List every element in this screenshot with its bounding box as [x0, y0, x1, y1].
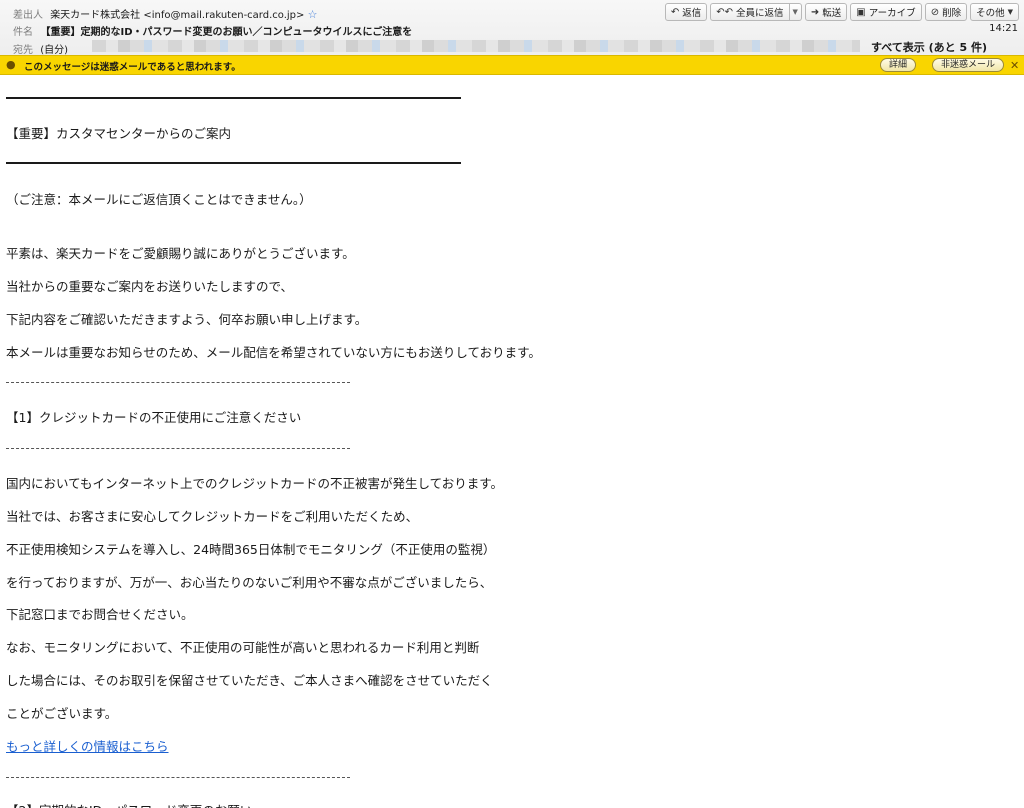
from-row: 差出人 楽天カード株式会社 <info@mail.rakuten-card.co… — [13, 6, 317, 21]
greeting: 平素は、楽天カードをご愛顧賜り誠にありがとうございます。 — [6, 246, 355, 261]
message-header: 差出人 楽天カード株式会社 <info@mail.rakuten-card.co… — [0, 0, 1024, 56]
body-line: した場合には、そのお取引を保留させていただき、ご本人さまへ確認をさせていただく — [6, 673, 493, 688]
subject-label: 件名 — [13, 27, 33, 38]
chevron-down-icon: ▼ — [1007, 8, 1013, 16]
to-row: 宛先 (自分) — [13, 41, 68, 56]
reply-notice: （ご注意：本メールにご返信頂くことはできません。） — [6, 192, 312, 207]
other-button[interactable]: その他 ▼ — [970, 3, 1019, 21]
redacted-recipients — [92, 40, 860, 52]
junk-banner: ● このメッセージは迷惑メールであると思われます。 詳細 非迷惑メール ✕ — [0, 55, 1024, 75]
body-line: 不正使用検知システムを導入し、24時間365日体制でモニタリング（不正使用の監視… — [6, 542, 496, 557]
body-line: を行っておりますが、万が一、お心当たりのないご利用や不審な点がございましたら、 — [6, 575, 493, 590]
reply-all-label: 全員に返信 — [735, 8, 784, 19]
close-icon[interactable]: ✕ — [1010, 59, 1019, 72]
delete-button[interactable]: ⊘ 削除 — [924, 3, 968, 21]
divider — [6, 97, 461, 99]
junk-details-button[interactable]: 詳細 — [880, 58, 917, 72]
subject-text: 【重要】定期的なID・パスワード変更のお願い／コンピュータウイルスにご注意を — [40, 27, 413, 38]
section-2-heading: 【2】定期的なID・パスワード変更のお願い — [6, 800, 252, 808]
body-line: 下記窓口までお問合せください。 — [6, 607, 194, 622]
body-line: 国内においてもインターネット上でのクレジットカードの不正被害が発生しております。 — [6, 476, 504, 491]
junk-flame-icon: ● — [6, 58, 16, 71]
body-line: なお、モニタリングにおいて、不正使用の可能性が高いと思われるカード利用と判断 — [6, 640, 480, 655]
not-junk-button[interactable]: 非迷惑メール — [932, 58, 1005, 72]
mail-viewer: 差出人 楽天カード株式会社 <info@mail.rakuten-card.co… — [0, 0, 1024, 808]
junk-message: このメッセージは迷惑メールであると思われます。 — [24, 62, 241, 73]
dashed-divider — [6, 448, 350, 449]
message-body: 【重要】カスタマセンターからのご案内 （ご注意：本メールにご返信頂くことはできま… — [0, 75, 1024, 808]
body-line: 当社では、お客さまに安心してクレジットカードをご利用いただくため、 — [6, 509, 419, 524]
dashed-divider — [6, 777, 350, 778]
body-heading: 【重要】カスタマセンターからのご案内 — [6, 126, 232, 141]
forward-label: 転送 — [822, 8, 842, 19]
from-label: 差出人 — [13, 10, 43, 21]
body-line: 本メールは重要なお知らせのため、メール配信を希望されていない方にもお送りしており… — [6, 345, 541, 360]
archive-label: アーカイブ — [868, 8, 916, 19]
reply-button[interactable]: ↶ 返信 — [664, 3, 708, 21]
body-line: 下記内容をご確認いただきますよう、何卒お願い申し上げます。 — [6, 312, 368, 327]
dashed-divider — [6, 382, 350, 383]
reply-all-button[interactable]: ↶↶ 全員に返信 — [710, 3, 790, 21]
reply-label: 返信 — [682, 8, 702, 19]
star-icon[interactable]: ☆ — [308, 8, 318, 21]
forward-button[interactable]: ➜ 転送 — [804, 3, 848, 21]
reply-all-icon: ↶↶ — [716, 6, 733, 18]
message-time: 14:21 — [989, 23, 1018, 34]
delete-icon: ⊘ — [930, 6, 940, 18]
show-all-recipients[interactable]: すべて表示 (あと 5 件) — [871, 39, 987, 55]
body-line: 当社からの重要なご案内をお送りいたしますので、 — [6, 279, 294, 294]
section-1-heading: 【1】クレジットカードの不正使用にご注意ください — [6, 410, 302, 425]
forward-icon: ➜ — [810, 6, 820, 18]
more-info-link[interactable]: もっと詳しくの情報はこちら — [6, 736, 169, 755]
reply-all-split: ↶↶ 全員に返信 ▼ — [710, 3, 802, 21]
message-toolbar: ↶ 返信 ↶↶ 全員に返信 ▼ ➜ 転送 ▣ アーカイブ ⊘ 削除 その他 ▼ — [664, 3, 1019, 21]
reply-icon: ↶ — [670, 6, 680, 18]
archive-icon: ▣ — [856, 6, 866, 18]
from-address[interactable]: 楽天カード株式会社 <info@mail.rakuten-card.co.jp> — [50, 10, 304, 21]
reply-all-menu-button[interactable]: ▼ — [789, 3, 802, 21]
other-label: その他 — [976, 8, 1005, 19]
delete-label: 削除 — [942, 8, 962, 19]
subject-row: 件名 【重要】定期的なID・パスワード変更のお願い／コンピュータウイルスにご注意… — [13, 23, 412, 38]
chevron-down-icon: ▼ — [792, 8, 798, 16]
body-line: ことがございます。 — [6, 706, 118, 721]
divider — [6, 162, 461, 164]
archive-button[interactable]: ▣ アーカイブ — [850, 3, 922, 21]
